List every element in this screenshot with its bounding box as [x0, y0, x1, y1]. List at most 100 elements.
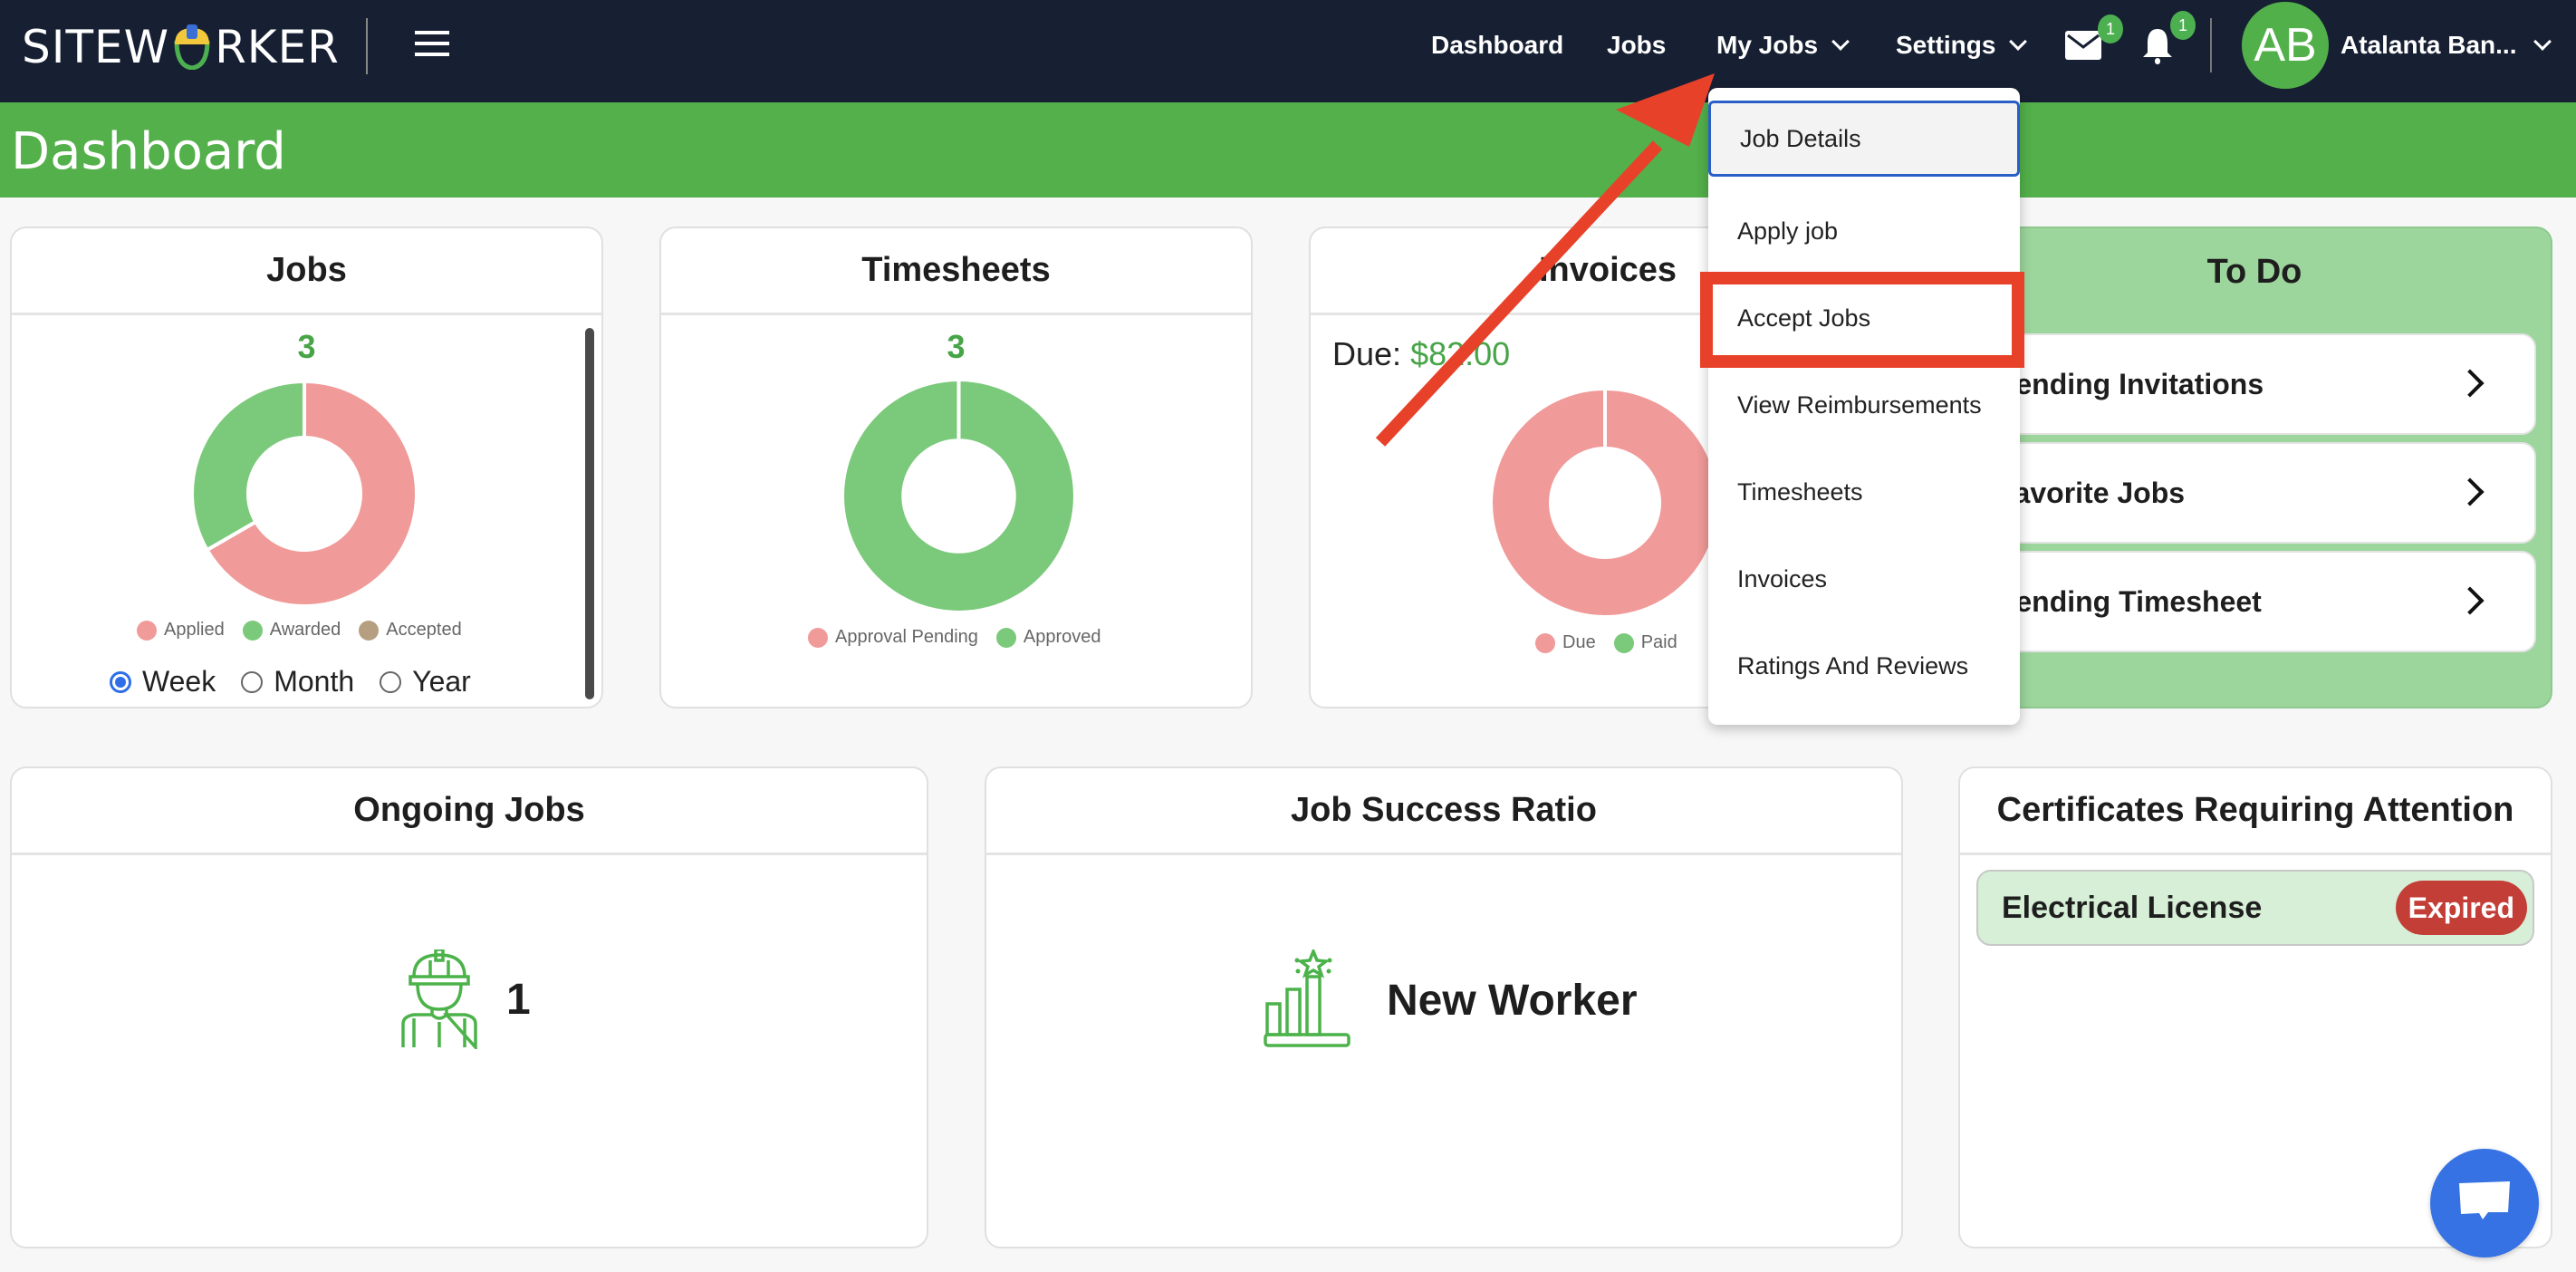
invoices-donut-chart	[1492, 390, 1717, 615]
legend-item-paid[interactable]: Paid	[1613, 632, 1677, 653]
chevron-right-icon	[2456, 369, 2485, 398]
hamburger-menu-icon[interactable]	[415, 31, 449, 58]
invoices-legend: Due Paid	[1535, 632, 1677, 653]
ongoing-jobs-card: Ongoing Jobs 1	[10, 766, 928, 1248]
todo-card-title: To Do	[2206, 252, 2302, 291]
nav-divider	[2210, 18, 2212, 72]
radio-year[interactable]: Year	[380, 665, 471, 699]
legend-swatch	[137, 620, 157, 641]
chat-button[interactable]	[2430, 1149, 2539, 1258]
mail-icon	[2065, 31, 2101, 60]
menu-item-view-reimbursements[interactable]: View Reimbursements	[1708, 361, 2020, 448]
legend-label: Accepted	[386, 620, 462, 640]
radio-week[interactable]: Week	[110, 665, 216, 699]
logo-text-left: SITEW	[22, 21, 170, 73]
menu-item-accept-jobs[interactable]: Accept Jobs	[1708, 275, 2020, 361]
radio-week-indicator[interactable]	[110, 670, 131, 693]
period-radio-group: Week Month Year	[110, 665, 496, 699]
jobs-donut-chart	[191, 381, 418, 607]
nav-dashboard[interactable]: Dashboard	[1431, 0, 1563, 91]
nav-settings[interactable]: Settings	[1896, 0, 2028, 91]
jobs-total: 3	[297, 328, 316, 365]
jobs-legend: Applied Awarded Accepted	[137, 620, 462, 641]
notifications-badge: 1	[2170, 11, 2196, 40]
chevron-down-icon	[2533, 33, 2552, 51]
logo-text-right: RKER	[215, 21, 340, 73]
construction-worker-icon	[401, 949, 477, 1049]
job-success-value: New Worker	[1387, 976, 1638, 1025]
chat-bubble-icon	[2459, 1181, 2510, 1219]
invoice-due-amount: $82.00	[1410, 335, 1511, 372]
my-jobs-dropdown-menu: Job Details Apply job Accept Jobs View R…	[1708, 88, 2020, 725]
menu-item-apply-job[interactable]: Apply job	[1708, 188, 2020, 275]
certificate-name: Electrical License	[2002, 890, 2263, 925]
ongoing-jobs-count: 1	[506, 975, 531, 1024]
legend-swatch	[808, 627, 828, 648]
menu-item-invoices[interactable]: Invoices	[1708, 535, 2020, 622]
legend-item-approval-pending[interactable]: Approval Pending	[808, 627, 978, 648]
legend-swatch	[359, 620, 380, 641]
menu-item-ratings-and-reviews[interactable]: Ratings And Reviews	[1708, 622, 2020, 709]
radio-year-indicator[interactable]	[380, 670, 402, 693]
timesheets-card: Timesheets 3 Approval Pending Approved	[659, 226, 1253, 708]
timesheets-total: 3	[947, 328, 966, 365]
bell-icon	[2143, 29, 2172, 64]
chevron-down-icon	[1831, 33, 1850, 51]
messages-badge: 1	[2098, 14, 2123, 43]
logo-divider	[366, 18, 368, 74]
legend-label: Due	[1562, 632, 1596, 652]
legend-swatch	[1613, 632, 1634, 653]
timesheets-donut-chart	[844, 381, 1073, 611]
success-chart-icon	[1264, 949, 1350, 1047]
notifications-button[interactable]: 1	[2141, 11, 2196, 70]
legend-label: Approval Pending	[835, 627, 978, 647]
page-title: Dashboard	[11, 122, 286, 181]
job-success-ratio-title: Job Success Ratio	[986, 768, 1901, 855]
todo-item-pending-invitations[interactable]: Pending Invitations	[1958, 333, 2536, 435]
timesheets-legend: Approval Pending Approved	[808, 627, 1101, 648]
jobs-card-title: Jobs	[12, 228, 601, 315]
jobs-card-scrollbar[interactable]	[585, 328, 594, 699]
todo-card: To Do Pending Invitations Favorite Jobs …	[1956, 226, 2552, 708]
nav-my-jobs[interactable]: My Jobs	[1716, 0, 1850, 91]
chevron-down-icon	[2009, 33, 2028, 51]
timesheets-card-title: Timesheets	[661, 228, 1251, 315]
certificates-title: Certificates Requiring Attention	[1960, 768, 2551, 855]
helmet-logo-icon	[171, 24, 213, 71]
legend-item-awarded[interactable]: Awarded	[242, 620, 341, 641]
user-menu[interactable]: Atalanta Ban...	[2341, 0, 2552, 91]
nav-jobs[interactable]: Jobs	[1607, 0, 1666, 91]
legend-label: Awarded	[269, 620, 341, 640]
todo-item-favorite-jobs[interactable]: Favorite Jobs	[1958, 442, 2536, 544]
status-badge: Expired	[2395, 881, 2527, 935]
legend-item-accepted[interactable]: Accepted	[359, 620, 462, 641]
chevron-right-icon	[2456, 477, 2485, 506]
sitewworker-logo[interactable]: SITEW RKER	[22, 20, 340, 74]
radio-month[interactable]: Month	[241, 665, 354, 699]
avatar[interactable]: AB	[2242, 2, 2329, 89]
radio-month-indicator[interactable]	[241, 670, 264, 693]
menu-item-job-details[interactable]: Job Details	[1708, 101, 2020, 177]
legend-item-approved[interactable]: Approved	[995, 627, 1101, 648]
messages-button[interactable]: 1	[2065, 14, 2123, 64]
chevron-right-icon	[2456, 586, 2485, 615]
jobs-card: Jobs 3 Applied Awarded Accepted Week Month…	[10, 226, 603, 708]
legend-label: Paid	[1640, 632, 1677, 652]
legend-item-due[interactable]: Due	[1535, 632, 1596, 653]
legend-swatch	[995, 627, 1016, 648]
invoice-due: Due: $82.00	[1332, 335, 1511, 372]
ongoing-jobs-title: Ongoing Jobs	[12, 768, 927, 855]
legend-label: Approved	[1023, 627, 1101, 647]
job-success-stat: New Worker	[1264, 949, 1638, 1051]
menu-item-timesheets[interactable]: Timesheets	[1708, 448, 2020, 535]
legend-swatch	[242, 620, 263, 641]
donut-slice-awarded	[191, 381, 306, 553]
todo-item-pending-timesheet[interactable]: Pending Timesheet	[1958, 551, 2536, 652]
certificate-row[interactable]: Electrical License Expired	[1976, 870, 2534, 946]
legend-swatch	[1535, 632, 1555, 653]
legend-label: Applied	[164, 620, 225, 640]
page-title-bar: Dashboard	[0, 102, 2576, 198]
job-success-ratio-card: Job Success Ratio New Worker	[985, 766, 1903, 1248]
legend-item-applied[interactable]: Applied	[137, 620, 225, 641]
top-navbar: SITEW RKER Dashboard Jobs My Jobs Settin…	[0, 0, 2576, 102]
